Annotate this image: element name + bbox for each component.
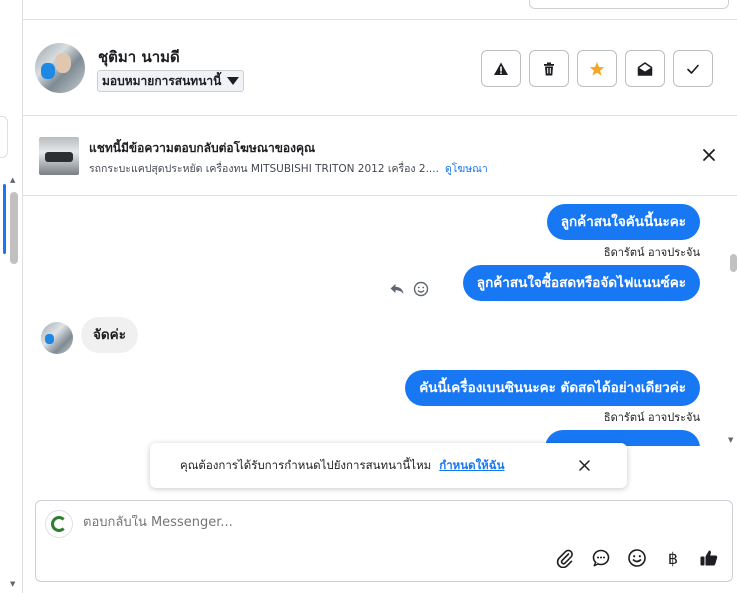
view-ad-link[interactable]: ดูโฆษณา — [445, 163, 488, 175]
composer-tools: ฿ — [554, 547, 720, 569]
assign-label: มอบหมายการสนทนานี้ — [102, 73, 222, 88]
react-emoji-icon[interactable] — [413, 281, 429, 297]
delete-button[interactable] — [529, 50, 569, 87]
reply-input[interactable] — [83, 515, 683, 530]
outgoing-message[interactable]: ลูกค้าสนใจซื้อสดหรือจัดไฟแนนซ์คะ — [462, 265, 700, 301]
paperclip-icon — [556, 549, 573, 568]
contact-avatar-small[interactable] — [41, 322, 73, 354]
contact-name[interactable]: ชุติมา นามดี — [98, 45, 180, 69]
conversation-header: ชุติมา นามดี มอบหมายการสนทนานี้ — [23, 21, 737, 116]
close-icon[interactable] — [700, 146, 718, 164]
mark-unread-button[interactable] — [625, 50, 665, 87]
payment-button[interactable]: ฿ — [662, 547, 684, 569]
like-button[interactable] — [698, 547, 720, 569]
conversation-list-scrollbar[interactable]: ▲ — [9, 176, 19, 593]
ad-banner-title: แชทนี้มีข้อความตอบกลับต่อโฆษณาของคุณ — [89, 141, 316, 155]
ad-description: รถกระบะแคปสุดประหยัด เครื่องทน MITSUBISH… — [89, 163, 439, 175]
incoming-message[interactable]: จัดค่ะ — [81, 317, 138, 353]
selected-indicator — [3, 184, 6, 254]
ad-thumbnail[interactable] — [39, 137, 79, 175]
assign-to-me-link[interactable]: กำหนดให้ฉัน — [439, 457, 504, 475]
search-box-edge[interactable] — [529, 0, 729, 9]
star-button[interactable] — [577, 50, 617, 87]
attach-button[interactable] — [554, 547, 576, 569]
ad-reply-banner: แชทนี้มีข้อความตอบกลับต่อโฆษณาของคุณ รถก… — [23, 116, 737, 196]
star-icon — [589, 61, 605, 76]
messenger-inbox: ▲ ▼ ชุติมา นามดี มอบหมายการสนทนานี้ แชทน… — [0, 0, 737, 593]
sender-name: ธิดารัตน์ อาจประจัน — [603, 246, 700, 259]
saved-reply-button[interactable] — [590, 547, 612, 569]
assign-prompt-toast: คุณต้องการได้รับการกำหนดไปยังการสนทนานี้… — [150, 443, 627, 488]
scrollbar-thumb[interactable] — [730, 254, 737, 272]
message-thread[interactable]: ลูกค้าสนใจคันนี้นะคะ ธิดารัตน์ อาจประจัน… — [23, 196, 727, 446]
sender-name: ธิดารัตน์ อาจประจัน — [603, 411, 700, 424]
close-icon[interactable] — [577, 458, 592, 473]
reply-composer: ฿ — [35, 500, 733, 582]
thread-scrollbar[interactable]: ▼ — [727, 196, 737, 446]
check-icon — [687, 64, 699, 74]
assign-conversation-dropdown[interactable]: มอบหมายการสนทนานี้ — [97, 70, 245, 92]
chat-bubble-icon — [592, 549, 610, 567]
scroll-up-arrow-icon[interactable]: ▲ — [10, 176, 15, 184]
contact-avatar[interactable] — [35, 43, 85, 93]
outgoing-message[interactable]: ลูกค้าสนใจคันนี้นะคะ — [546, 204, 700, 240]
warning-icon — [494, 62, 508, 75]
message-actions — [389, 281, 429, 297]
reply-icon[interactable] — [389, 281, 405, 297]
thumbs-up-icon — [700, 550, 718, 566]
scroll-down-arrow-icon[interactable]: ▼ — [10, 580, 15, 588]
outgoing-message[interactable]: คันนี้เครื่องเบนซินนะคะ ตัดสดได้อย่างเดี… — [405, 370, 700, 406]
conversation-card-edge[interactable] — [0, 116, 8, 158]
caret-down-icon — [227, 77, 240, 85]
emoji-icon — [628, 549, 646, 567]
mark-done-button[interactable] — [673, 50, 713, 87]
envelope-open-icon — [637, 61, 653, 76]
emoji-button[interactable] — [626, 547, 648, 569]
page-avatar — [45, 510, 73, 538]
baht-icon: ฿ — [667, 548, 679, 568]
report-spam-button[interactable] — [481, 50, 521, 87]
scrollbar-thumb[interactable] — [10, 192, 18, 264]
scroll-down-arrow-icon[interactable]: ▼ — [728, 436, 733, 444]
trash-icon — [544, 62, 554, 75]
top-toolbar — [23, 0, 737, 20]
ad-description-line: รถกระบะแคปสุดประหยัด เครื่องทน MITSUBISH… — [89, 160, 488, 177]
toast-text: คุณต้องการได้รับการกำหนดไปยังการสนทนานี้… — [180, 457, 432, 472]
